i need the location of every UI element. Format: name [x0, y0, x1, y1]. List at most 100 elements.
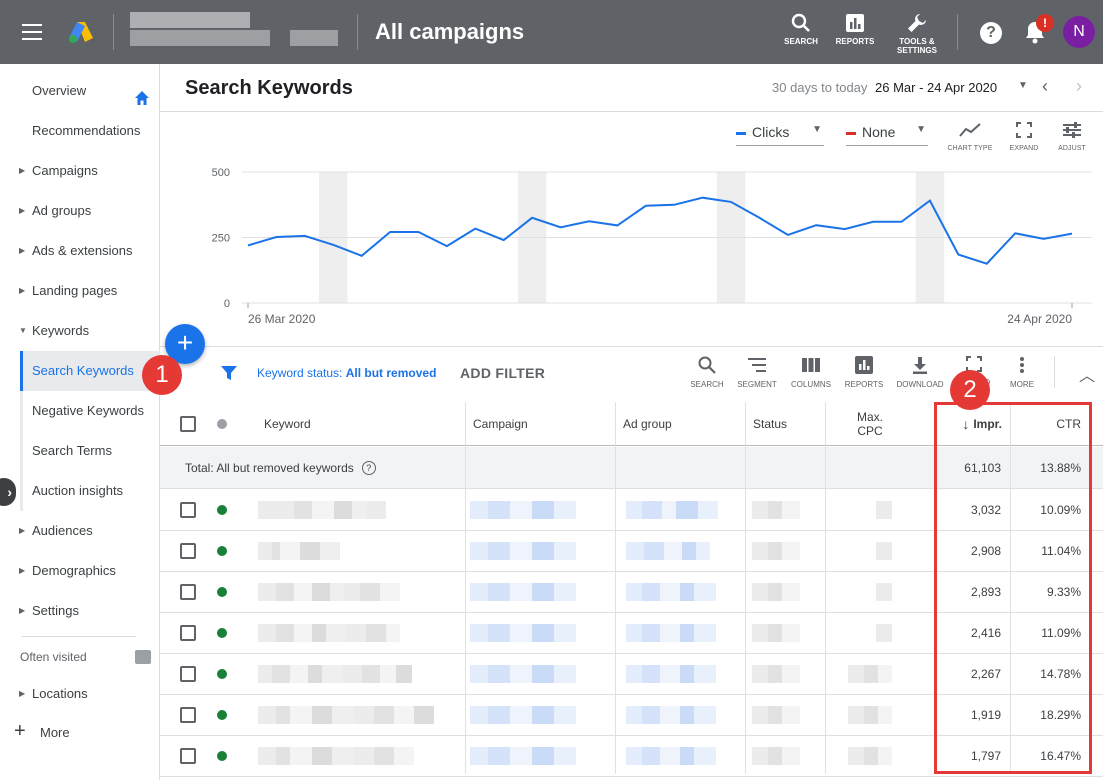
status-enabled-dot [217, 695, 227, 735]
sidebar-item-recommendations[interactable]: Recommendations [0, 111, 160, 151]
sidebar-item-search-terms[interactable]: Search Terms [0, 431, 160, 471]
ad-group-cell-redacted[interactable] [626, 613, 716, 653]
sidebar-item-search-keywords[interactable]: Search Keywords [20, 351, 160, 391]
campaign-cell-redacted[interactable] [470, 654, 576, 694]
row-checkbox[interactable] [180, 490, 196, 530]
max-cpc-cell-redacted[interactable] [876, 531, 892, 571]
keyword-cell-redacted[interactable] [258, 613, 400, 653]
sidebar-item-label: Landing pages [32, 283, 118, 298]
table-search-button[interactable]: SEARCH [680, 356, 734, 389]
keyword-cell-redacted[interactable] [258, 654, 412, 694]
hamburger-menu-icon[interactable] [22, 24, 42, 40]
date-range-picker[interactable]: 26 Mar - 24 Apr 2020 [875, 80, 997, 95]
help-circle-icon[interactable]: ? [361, 460, 376, 475]
segment-button[interactable]: SEGMENT [730, 356, 784, 389]
sidebar-item-label: Audiences [32, 523, 93, 538]
ad-group-cell-redacted[interactable] [626, 736, 716, 776]
sidebar-item-label: Campaigns [32, 163, 98, 178]
feedback-icon[interactable] [135, 650, 151, 664]
column-header-ad-group[interactable]: Ad group [623, 402, 672, 445]
keyword-cell-redacted[interactable] [258, 490, 386, 530]
sidebar-item-demographics[interactable]: ▶ Demographics [0, 551, 160, 591]
more-options-button[interactable]: MORE [995, 356, 1049, 389]
ad-group-cell-redacted[interactable] [626, 572, 716, 612]
redacted-status [752, 542, 800, 560]
column-header-campaign[interactable]: Campaign [473, 402, 528, 445]
max-cpc-cell-redacted[interactable] [848, 695, 892, 735]
campaign-cell-redacted[interactable] [470, 490, 576, 530]
tools-settings-button[interactable]: TOOLS & SETTINGS [887, 12, 947, 55]
collapse-chevron-up-icon[interactable]: ︿ [1079, 362, 1095, 386]
filter-icon[interactable] [220, 364, 238, 382]
redacted-keyword [258, 706, 434, 724]
search-button[interactable]: SEARCH [771, 12, 831, 46]
redacted-max-cpc [848, 706, 892, 724]
max-cpc-cell-redacted[interactable] [876, 490, 892, 530]
google-ads-logo[interactable] [68, 20, 94, 44]
keyword-cell-redacted[interactable] [258, 695, 434, 735]
column-header-max-cpc[interactable]: Max. CPC [850, 402, 890, 445]
row-checkbox[interactable] [180, 736, 196, 776]
date-range-dropdown-icon[interactable]: ▼ [1018, 80, 1028, 91]
sidebar-item-more[interactable]: More [0, 713, 160, 753]
ad-group-cell-redacted[interactable] [626, 695, 716, 735]
sidebar-item-locations[interactable]: ▶ Locations [0, 674, 160, 714]
sidebar-item-auction-insights[interactable]: Auction insights [0, 471, 160, 511]
keyword-cell-redacted[interactable] [258, 736, 414, 776]
select-all-checkbox[interactable] [180, 402, 196, 445]
sidebar-item-overview[interactable]: Overview [0, 71, 160, 111]
column-divider [615, 402, 616, 774]
previous-period-chevron-icon[interactable]: ‹ [1042, 76, 1048, 97]
date-range-label: 30 days to today [772, 80, 868, 95]
campaign-cell-redacted[interactable] [470, 572, 576, 612]
account-avatar[interactable]: N [1063, 16, 1095, 48]
table-reports-button[interactable]: REPORTS [837, 356, 891, 389]
campaign-cell-redacted[interactable] [470, 531, 576, 571]
sidebar-item-ad-groups[interactable]: ▶ Ad groups [0, 191, 160, 231]
sidebar-item-landing-pages[interactable]: ▶ Landing pages [0, 271, 160, 311]
keyword-cell-redacted[interactable] [258, 531, 340, 571]
download-button[interactable]: DOWNLOAD [893, 356, 947, 389]
row-checkbox[interactable] [180, 613, 196, 653]
reports-icon [846, 14, 864, 32]
status-enabled-dot [217, 490, 227, 530]
ad-group-cell-redacted[interactable] [626, 531, 710, 571]
sidebar-item-campaigns[interactable]: ▶ Campaigns [0, 151, 160, 191]
reports-button[interactable]: REPORTS [825, 12, 885, 46]
sidebar-item-audiences[interactable]: ▶ Audiences [0, 511, 160, 551]
max-cpc-cell-redacted[interactable] [876, 572, 892, 612]
keyword-cell-redacted[interactable] [258, 572, 400, 612]
ad-group-cell-redacted[interactable] [626, 490, 718, 530]
sidebar-item-negative-keywords[interactable]: Negative Keywords [0, 391, 160, 431]
row-checkbox[interactable] [180, 572, 196, 612]
max-cpc-cell-redacted[interactable] [848, 736, 892, 776]
campaign-cell-redacted[interactable] [470, 613, 576, 653]
sidebar-item-ads-extensions[interactable]: ▶ Ads & extensions [0, 231, 160, 271]
status-enabled-dot [217, 531, 227, 571]
campaign-cell-redacted[interactable] [470, 695, 576, 735]
chevron-right-icon: ▶ [19, 166, 26, 175]
columns-button[interactable]: COLUMNS [784, 356, 838, 389]
sidebar-item-keywords[interactable]: ▼ Keywords [0, 311, 160, 351]
table-tool-label: MORE [1010, 380, 1034, 389]
row-checkbox[interactable] [180, 695, 196, 735]
search-icon [698, 356, 716, 374]
filter-prefix: Keyword status: [257, 366, 346, 380]
max-cpc-cell-redacted[interactable] [848, 654, 892, 694]
sidebar-item-settings[interactable]: ▶ Settings [0, 591, 160, 631]
column-header-status[interactable]: Status [753, 402, 787, 445]
keyword-status-filter-chip[interactable]: Keyword status: All but removed [257, 366, 436, 380]
row-checkbox[interactable] [180, 531, 196, 571]
sidebar-divider [22, 636, 136, 637]
add-filter-button[interactable]: ADD FILTER [460, 365, 545, 381]
sidebar-item-label: Search Terms [32, 443, 112, 458]
table-tool-label: DOWNLOAD [896, 380, 944, 389]
more-vert-icon [1020, 357, 1024, 373]
status-enabled-dot [217, 572, 227, 612]
row-checkbox[interactable] [180, 654, 196, 694]
ad-group-cell-redacted[interactable] [626, 654, 716, 694]
help-icon[interactable]: ? [980, 22, 1002, 44]
campaign-cell-redacted[interactable] [470, 736, 576, 776]
column-header-keyword[interactable]: Keyword [264, 402, 311, 445]
max-cpc-cell-redacted[interactable] [876, 613, 892, 653]
